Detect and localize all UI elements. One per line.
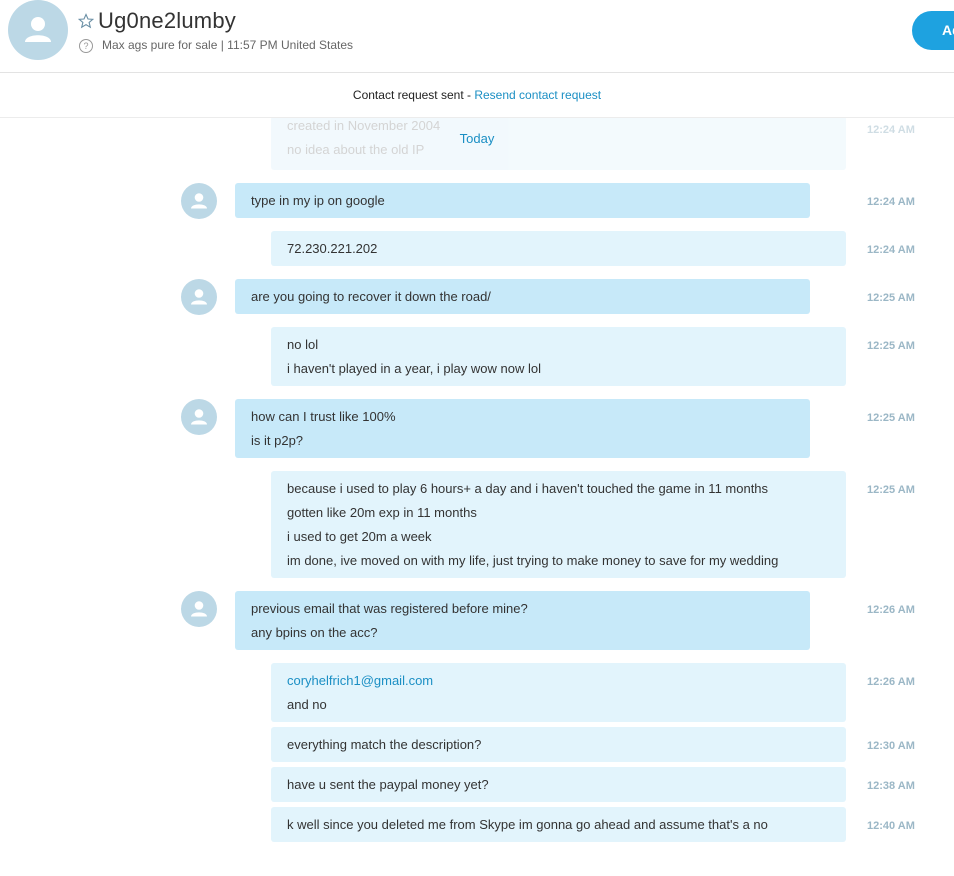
contact-avatar[interactable] (8, 0, 68, 60)
add-to-contacts-button[interactable]: Add to Contacts (912, 11, 954, 50)
user-silhouette-icon (191, 409, 207, 425)
message-time: 12:38 AM (867, 780, 915, 792)
message-time: 12:25 AM (867, 340, 915, 352)
message-bubble-outgoing[interactable]: coryhelfrich1@gmail.com and no (271, 663, 846, 722)
message-text: everything match the description? (287, 737, 482, 752)
user-silhouette-icon (191, 601, 207, 617)
message-text: is it p2p? (251, 433, 304, 448)
message-text: and no (287, 697, 327, 712)
message-bubble-outgoing[interactable]: k well since you deleted me from Skype i… (271, 807, 846, 842)
message-time: 12:26 AM (867, 604, 915, 616)
message-text: i haven't played in a year, i play wow n… (287, 361, 541, 376)
sender-avatar[interactable] (181, 399, 217, 435)
message-text: because i used to play 6 hours+ a day an… (287, 481, 769, 496)
message-time: 12:30 AM (867, 740, 915, 752)
message-bubble-outgoing[interactable]: 72.230.221.202 (271, 231, 846, 266)
sender-avatar[interactable] (181, 591, 217, 627)
message-time: 12:24 AM (867, 196, 915, 208)
message-bubble-incoming[interactable]: how can I trust like 100% is it p2p? (235, 399, 810, 458)
message-text: im done, ive moved on with my life, just… (287, 553, 779, 568)
contact-name[interactable]: Ug0ne2lumby (98, 8, 236, 34)
message-text: how can I trust like 100% (251, 409, 396, 424)
message-time: 12:26 AM (867, 676, 915, 688)
message-time: 12:25 AM (867, 412, 915, 424)
message-bubble-outgoing[interactable]: no lol i haven't played in a year, i pla… (271, 327, 846, 386)
sender-avatar[interactable] (181, 279, 217, 315)
help-icon[interactable]: ? (79, 39, 93, 53)
star-favorite-icon[interactable] (78, 13, 94, 29)
message-bubble-outgoing[interactable]: because i used to play 6 hours+ a day an… (271, 471, 846, 578)
message-text: no lol (287, 337, 319, 352)
message-bubble-outgoing[interactable]: have u sent the paypal money yet? (271, 767, 846, 802)
email-link[interactable]: coryhelfrich1@gmail.com (287, 669, 830, 693)
message-history[interactable]: created in November 2004 no idea about t… (0, 118, 954, 876)
resend-contact-request-link[interactable]: Resend contact request (474, 88, 601, 102)
user-silhouette-icon (191, 289, 207, 305)
date-divider: Today (459, 131, 495, 146)
user-silhouette-icon (25, 17, 51, 42)
message-text: gotten like 20m exp in 11 months (287, 505, 477, 520)
user-silhouette-icon (191, 193, 207, 209)
message-text: 72.230.221.202 (287, 241, 378, 256)
conversation-header: Ug0ne2lumby ? Max ags pure for sale | 11… (0, 0, 954, 73)
message-text: have u sent the paypal money yet? (287, 777, 489, 792)
message-time: 12:25 AM (867, 292, 915, 304)
message-bubble-outgoing[interactable]: everything match the description? (271, 727, 846, 762)
contact-mood-and-time: Max ags pure for sale | 11:57 PM United … (102, 38, 354, 52)
message-text: i used to get 20m a week (287, 529, 432, 544)
message-bubble-incoming[interactable]: previous email that was registered befor… (235, 591, 810, 650)
contact-request-bar: Contact request sent - Resend contact re… (0, 73, 954, 118)
contact-request-text: Contact request sent - (352, 88, 475, 102)
sender-avatar[interactable] (181, 183, 217, 219)
message-time: 12:40 AM (867, 820, 915, 832)
message-time: 12:25 AM (867, 484, 915, 496)
message-text: any bpins on the acc? (251, 625, 378, 640)
message-text: previous email that was registered befor… (251, 601, 528, 616)
message-time: 12:24 AM (867, 244, 915, 256)
message-bubble-incoming[interactable]: are you going to recover it down the roa… (235, 279, 810, 314)
message-bubble-incoming[interactable]: type in my ip on google (235, 183, 810, 218)
message-text: are you going to recover it down the roa… (251, 289, 491, 304)
message-text: k well since you deleted me from Skype i… (287, 817, 768, 832)
message-text: type in my ip on google (251, 193, 385, 208)
